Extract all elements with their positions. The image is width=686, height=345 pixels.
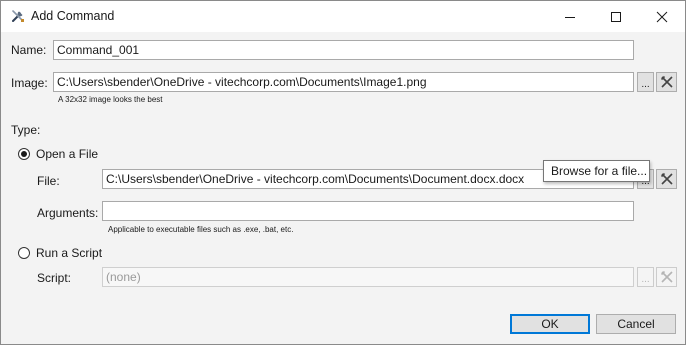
- title-bar: Add Command: [1, 1, 685, 32]
- arguments-input[interactable]: [102, 201, 634, 221]
- cancel-button[interactable]: Cancel: [596, 314, 676, 334]
- tools-icon: [10, 8, 26, 24]
- file-label: File:: [37, 174, 60, 188]
- script-input[interactable]: (none): [102, 267, 634, 287]
- close-icon: [656, 11, 668, 22]
- minimize-button[interactable]: [547, 1, 593, 32]
- run-script-radio[interactable]: [18, 247, 30, 259]
- run-script-label[interactable]: Run a Script: [36, 246, 102, 260]
- maximize-icon: [611, 11, 621, 22]
- clear-icon: [660, 75, 673, 88]
- script-browse-button[interactable]: ...: [637, 267, 654, 287]
- window-title: Add Command: [31, 9, 115, 23]
- type-label: Type:: [11, 123, 41, 137]
- arguments-hint: Applicable to executable files such as .…: [108, 225, 294, 234]
- arguments-label: Arguments:: [37, 206, 99, 220]
- browse-tooltip: Browse for a file...: [543, 160, 650, 182]
- clear-icon: [660, 172, 673, 185]
- script-label: Script:: [37, 271, 72, 285]
- file-clear-button[interactable]: [656, 169, 677, 189]
- close-button[interactable]: [639, 1, 685, 32]
- open-file-radio[interactable]: [18, 148, 30, 160]
- name-input[interactable]: Command_001: [53, 40, 634, 60]
- add-command-dialog: Add Command Name: Command_001 Image: C:\…: [0, 0, 686, 345]
- name-label: Name:: [11, 43, 47, 57]
- image-clear-button[interactable]: [656, 72, 677, 92]
- image-hint: A 32x32 image looks the best: [58, 95, 163, 104]
- clear-icon: [660, 270, 673, 283]
- minimize-icon: [565, 16, 575, 18]
- open-file-label[interactable]: Open a File: [36, 147, 98, 161]
- image-label: Image:: [11, 76, 48, 90]
- script-clear-button[interactable]: [656, 267, 677, 287]
- ok-button[interactable]: OK: [510, 314, 590, 334]
- image-browse-button[interactable]: ...: [637, 72, 654, 92]
- image-path-input[interactable]: C:\Users\sbender\OneDrive - vitechcorp.c…: [53, 72, 634, 92]
- maximize-button[interactable]: [593, 1, 639, 32]
- dialog-body: Name: Command_001 Image: C:\Users\sbende…: [1, 32, 685, 344]
